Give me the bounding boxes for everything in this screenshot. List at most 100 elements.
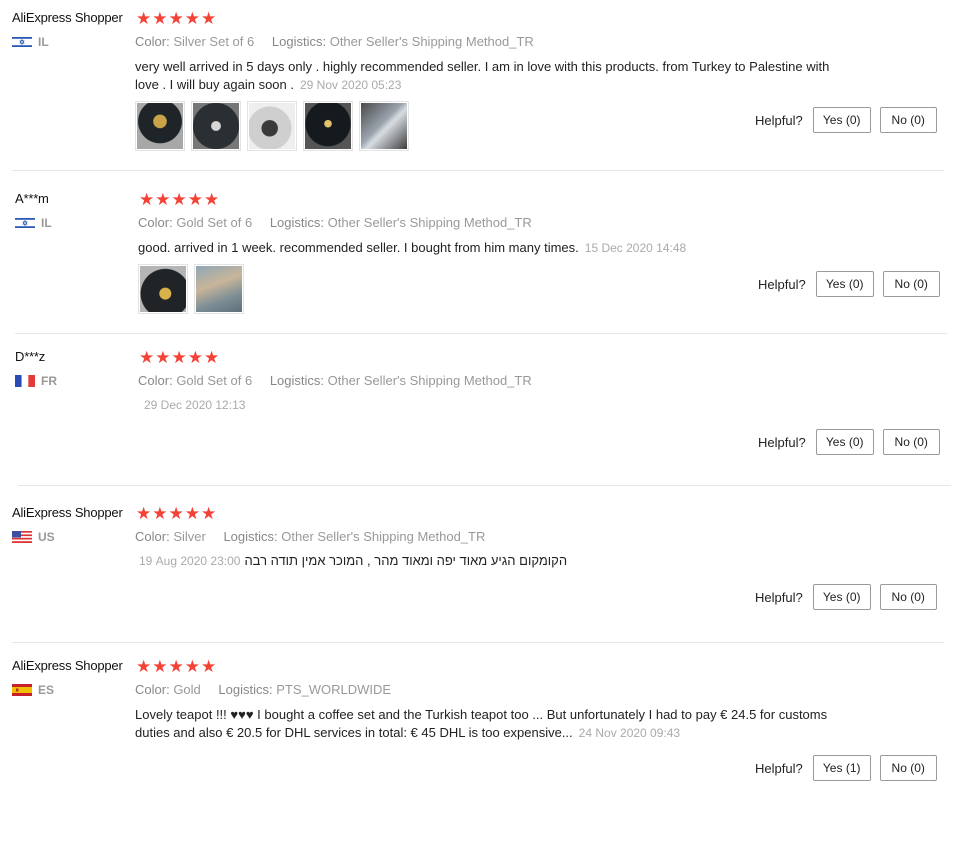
review-text: הקומקום הגיע מאוד יפה ומאוד מהר , המוכר …	[139, 552, 567, 570]
star-icon: ★	[139, 190, 155, 209]
star-rating: ★ ★ ★ ★ ★	[136, 658, 217, 675]
helpful-no-button[interactable]: No (0)	[879, 584, 937, 610]
review-photo[interactable]	[194, 264, 244, 314]
helpful-yes-button[interactable]: Yes (1)	[812, 755, 871, 781]
reviewer-name: A***m	[15, 191, 49, 206]
helpful-yes-button[interactable]: Yes (0)	[815, 429, 874, 455]
review-text: good. arrived in 1 week. recommended sel…	[138, 239, 858, 257]
helpful-label: Helpful?	[755, 112, 803, 128]
review-photo[interactable]	[191, 101, 241, 151]
reviewer-name: AliExpress Shopper	[12, 505, 123, 520]
country-code: IL	[38, 35, 49, 49]
country-code: IL	[41, 216, 52, 230]
star-icon: ★	[139, 348, 155, 367]
logistics-value: Other Seller's Shipping Method_TR	[327, 373, 532, 388]
star-icon: ★	[168, 504, 184, 523]
star-icon: ★	[171, 348, 187, 367]
review-body: very well arrived in 5 days only . highl…	[135, 59, 830, 92]
star-icon: ★	[201, 657, 217, 676]
review-divider	[18, 485, 951, 486]
logistics-value: Other Seller's Shipping Method_TR	[281, 529, 486, 544]
reviewer-country: IL	[15, 216, 52, 230]
color-value: Silver Set of 6	[173, 34, 255, 49]
country-code: FR	[41, 374, 57, 388]
helpful-no-button[interactable]: No (0)	[882, 429, 940, 455]
star-icon: ★	[136, 9, 152, 28]
reviewer-country: US	[12, 530, 55, 544]
star-icon: ★	[201, 504, 217, 523]
helpful-no-button[interactable]: No (0)	[879, 107, 937, 133]
review-photo[interactable]	[135, 101, 185, 151]
logistics-value: Other Seller's Shipping Method_TR	[327, 215, 532, 230]
review-date: 15 Dec 2020 14:48	[584, 241, 687, 255]
reviewer-name: AliExpress Shopper	[12, 658, 123, 673]
reviewer-name: AliExpress Shopper	[12, 10, 123, 25]
review-date: 29 Dec 2020 12:13	[144, 398, 246, 412]
review-text: very well arrived in 5 days only . highl…	[135, 58, 855, 94]
review-photos	[138, 264, 244, 314]
review-attributes: Color: Silver Set of 6 Logistics: Other …	[135, 34, 534, 49]
spain-flag-icon	[12, 684, 32, 696]
reviewer-country: FR	[15, 374, 57, 388]
review-attributes: Color: Gold Set of 6 Logistics: Other Se…	[138, 373, 532, 388]
country-code: ES	[38, 683, 55, 697]
star-icon: ★	[155, 190, 171, 209]
helpful-section: Helpful? Yes (0) No (0)	[755, 584, 937, 610]
helpful-label: Helpful?	[758, 434, 806, 450]
logistics-value: PTS_WORLDWIDE	[276, 682, 392, 697]
review-body: good. arrived in 1 week. recommended sel…	[138, 240, 579, 255]
star-icon: ★	[184, 504, 200, 523]
helpful-yes-button[interactable]: Yes (0)	[812, 107, 871, 133]
logistics-label: Logistics:	[218, 682, 273, 697]
helpful-no-button[interactable]: No (0)	[882, 271, 940, 297]
country-code: US	[38, 530, 55, 544]
helpful-label: Helpful?	[755, 589, 803, 605]
star-icon: ★	[204, 190, 220, 209]
review-photo[interactable]	[303, 101, 353, 151]
helpful-yes-button[interactable]: Yes (0)	[815, 271, 874, 297]
helpful-no-button[interactable]: No (0)	[879, 755, 937, 781]
star-icon: ★	[201, 9, 217, 28]
color-label: Color:	[138, 215, 173, 230]
review-attributes: Color: Gold Set of 6 Logistics: Other Se…	[138, 215, 532, 230]
logistics-label: Logistics:	[271, 34, 327, 49]
reviewer-name: D***z	[15, 349, 46, 364]
color-value: Silver	[173, 529, 206, 544]
star-icon: ★	[152, 504, 168, 523]
helpful-label: Helpful?	[755, 760, 803, 776]
helpful-yes-button[interactable]: Yes (0)	[812, 584, 871, 610]
review-photo[interactable]	[359, 101, 409, 151]
helpful-section: Helpful? Yes (1) No (0)	[755, 755, 937, 781]
review-photos	[135, 101, 409, 151]
logistics-label: Logistics:	[269, 215, 325, 230]
israel-flag-icon	[12, 36, 32, 48]
review-attributes: Color: Gold Logistics: PTS_WORLDWIDE	[135, 682, 391, 697]
logistics-label: Logistics:	[223, 529, 278, 544]
helpful-section: Helpful? Yes (0) No (0)	[758, 429, 940, 455]
review-item: AliExpress Shopper ES ★ ★ ★ ★ ★ Color: Gold …	[12, 658, 944, 798]
review-date: 29 Nov 2020 05:23	[299, 78, 402, 92]
review-text: 29 Dec 2020 12:13	[138, 396, 858, 414]
star-icon: ★	[152, 9, 168, 28]
reviewer-country: ES	[12, 683, 54, 697]
review-photo[interactable]	[247, 101, 297, 151]
color-value: Gold	[173, 682, 201, 697]
review-date: 24 Nov 2020 09:43	[578, 726, 681, 740]
review-body: הקומקום הגיע מאוד יפה ומאוד מהר , המוכר …	[244, 553, 568, 568]
reviewer-country: IL	[12, 35, 49, 49]
review-item: AliExpress Shopper IL ★ ★ ★ ★ ★ Color: Silve…	[12, 10, 944, 171]
logistics-label: Logistics:	[269, 373, 325, 388]
review-item: D***z FR ★ ★ ★ ★ ★ Color: Gold Set of 6 Logi…	[15, 349, 947, 469]
star-rating: ★ ★ ★ ★ ★	[136, 10, 217, 27]
star-icon: ★	[152, 657, 168, 676]
review-photo[interactable]	[138, 264, 188, 314]
review-date: 19 Aug 2020 23:00	[139, 554, 241, 568]
israel-flag-icon	[15, 217, 35, 229]
review-item: A***m IL ★ ★ ★ ★ ★ Color: Gold Set of 6 Logi…	[15, 191, 947, 334]
star-icon: ★	[184, 657, 200, 676]
review-body: Lovely teapot !!! ♥♥♥ I bought a coffee …	[135, 707, 828, 740]
helpful-label: Helpful?	[758, 276, 806, 292]
usa-flag-icon	[12, 531, 32, 543]
star-rating: ★ ★ ★ ★ ★	[139, 349, 220, 366]
helpful-section: Helpful? Yes (0) No (0)	[758, 271, 940, 297]
